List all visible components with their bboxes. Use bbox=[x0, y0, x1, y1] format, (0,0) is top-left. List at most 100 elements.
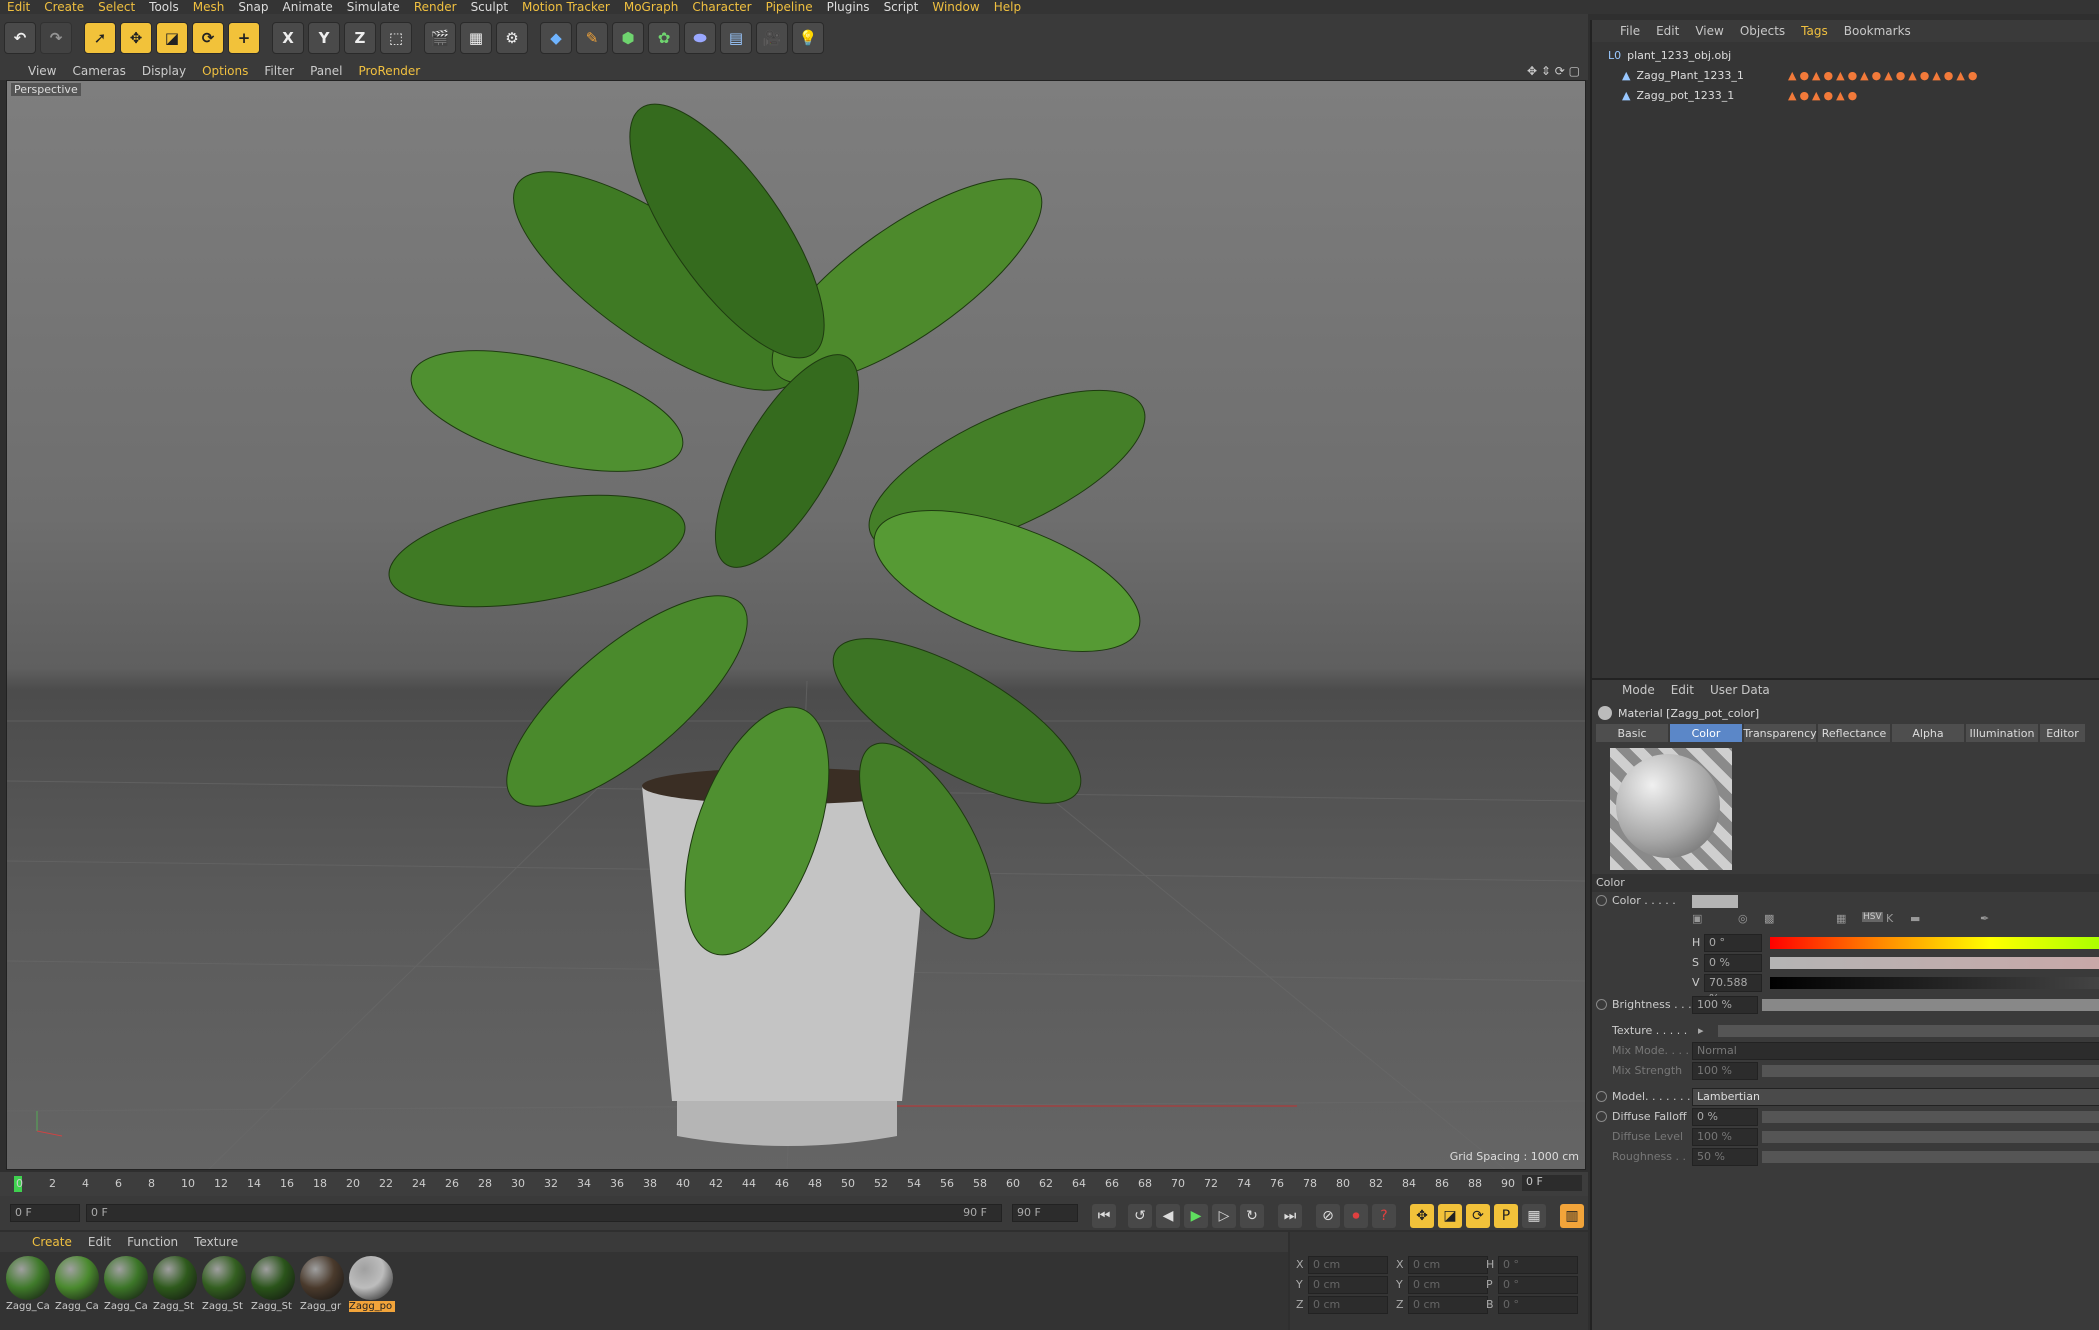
diffuse-level-field[interactable]: 100 % bbox=[1692, 1128, 1758, 1146]
object-menu-objects[interactable]: Objects bbox=[1732, 24, 1793, 38]
key-pla-icon[interactable]: ▦ bbox=[1522, 1204, 1546, 1228]
material-thumbnail[interactable]: Zagg_Ca bbox=[55, 1256, 101, 1318]
previous-frame-icon[interactable]: ◀ bbox=[1156, 1204, 1180, 1228]
tab-illumination[interactable]: Illumination bbox=[1966, 724, 2038, 742]
go-to-start-icon[interactable]: ⏮ bbox=[1092, 1204, 1116, 1228]
object-row-plant[interactable]: ▲ Zagg_Plant_1233_1 ▲●▲●▲●▲●▲●▲●▲●▲● bbox=[1592, 66, 2099, 84]
tab-reflectance[interactable]: Reflectance bbox=[1818, 724, 1890, 742]
coord-value-field[interactable]: 0 ° bbox=[1498, 1276, 1578, 1294]
eyedropper-icon[interactable]: ✒ bbox=[1980, 912, 1989, 925]
tab-editor[interactable]: Editor bbox=[2040, 724, 2085, 742]
menu-script[interactable]: Script bbox=[877, 0, 926, 14]
tab-alpha[interactable]: Alpha bbox=[1892, 724, 1964, 742]
object-row-root[interactable]: L0 plant_1233_obj.obj bbox=[1592, 46, 2099, 64]
brightness-field[interactable]: 100 % bbox=[1692, 996, 1758, 1014]
coord-value-field[interactable]: 0 ° bbox=[1498, 1256, 1578, 1274]
material-tags[interactable]: ▲●▲●▲● bbox=[1788, 89, 1860, 102]
material-menu-edit[interactable]: Edit bbox=[80, 1235, 119, 1249]
color-rgb-icon[interactable]: ▦ bbox=[1836, 912, 1846, 925]
material-menu-create[interactable]: Create bbox=[24, 1235, 80, 1249]
viewport-menu-filter[interactable]: Filter bbox=[256, 64, 302, 78]
texture-arrow-icon[interactable]: ▸ bbox=[1698, 1024, 1704, 1037]
saturation-slider[interactable] bbox=[1770, 957, 2099, 969]
hue-slider[interactable] bbox=[1770, 937, 2099, 949]
menu-plugins[interactable]: Plugins bbox=[820, 0, 877, 14]
redo-icon[interactable]: ↷ bbox=[40, 22, 72, 54]
key-position-icon[interactable]: ✥ bbox=[1410, 1204, 1434, 1228]
menu-pipeline[interactable]: Pipeline bbox=[759, 0, 820, 14]
saturation-field[interactable]: 0 % bbox=[1704, 954, 1762, 972]
start-frame-field[interactable]: 0 F bbox=[10, 1204, 80, 1222]
animate-dot-icon[interactable] bbox=[1596, 895, 1607, 906]
menu-sculpt[interactable]: Sculpt bbox=[464, 0, 515, 14]
object-menu-view[interactable]: View bbox=[1687, 24, 1731, 38]
keyframe-selection-icon[interactable]: ? bbox=[1372, 1204, 1396, 1228]
select-pointer-icon[interactable]: ➚ bbox=[84, 22, 116, 54]
material-menu-function[interactable]: Function bbox=[119, 1235, 186, 1249]
menu-snap[interactable]: Snap bbox=[231, 0, 275, 14]
next-frame-icon[interactable]: ▷ bbox=[1212, 1204, 1236, 1228]
object-menu-file[interactable]: File bbox=[1612, 24, 1648, 38]
timeline-ruler[interactable]: 0 2 4 6 8 10 12 14 16 18 20 22 24 26 28 30 32 34 36 38 40 42 4… bbox=[0, 1172, 1588, 1196]
material-thumbnail[interactable]: Zagg_Ca bbox=[104, 1256, 150, 1318]
menu-animate[interactable]: Animate bbox=[276, 0, 340, 14]
material-tags[interactable]: ▲●▲●▲●▲●▲●▲●▲●▲● bbox=[1788, 69, 1980, 82]
coord-value-field[interactable]: 0 cm bbox=[1408, 1296, 1488, 1314]
viewport-menu-panel[interactable]: Panel bbox=[302, 64, 350, 78]
x-axis-toggle[interactable]: X bbox=[272, 22, 304, 54]
mix-strength-field[interactable]: 100 % bbox=[1692, 1062, 1758, 1080]
key-parameter-icon[interactable]: P bbox=[1494, 1204, 1518, 1228]
material-thumbnail[interactable]: Zagg_Ca bbox=[6, 1256, 52, 1318]
color-wheel-icon[interactable]: ◎ bbox=[1738, 912, 1748, 925]
menu-motion-tracker[interactable]: Motion Tracker bbox=[515, 0, 617, 14]
live-select-plus-icon[interactable]: + bbox=[228, 22, 260, 54]
render-picture-viewer-icon[interactable]: ▦ bbox=[460, 22, 492, 54]
material-thumbnail[interactable]: Zagg_po bbox=[349, 1256, 395, 1318]
menu-select[interactable]: Select bbox=[91, 0, 142, 14]
material-preview[interactable] bbox=[1610, 748, 1732, 870]
scale-icon[interactable]: ◪ bbox=[156, 22, 188, 54]
roughness-slider[interactable] bbox=[1762, 1151, 2099, 1163]
play-forward-icon[interactable]: ▶ bbox=[1184, 1204, 1208, 1228]
render-view-icon[interactable]: 🎬 bbox=[424, 22, 456, 54]
coord-value-field[interactable]: 0 cm bbox=[1308, 1276, 1388, 1294]
menu-mograph[interactable]: MoGraph bbox=[617, 0, 686, 14]
viewport-menu-view[interactable]: View bbox=[20, 64, 64, 78]
perspective-viewport[interactable]: Perspective Grid Spacing: 1000 cm bbox=[6, 80, 1586, 1170]
animate-dot-icon[interactable] bbox=[1596, 1091, 1607, 1102]
attr-menu-user-data[interactable]: User Data bbox=[1702, 683, 1778, 697]
tab-transparency[interactable]: Transparency bbox=[1743, 724, 1817, 742]
coord-value-field[interactable]: 0 cm bbox=[1408, 1256, 1488, 1274]
current-frame-field[interactable]: 0 F bbox=[1522, 1175, 1582, 1191]
pen-spline-icon[interactable]: ✎ bbox=[576, 22, 608, 54]
timeline-window-icon[interactable]: ▥ bbox=[1560, 1204, 1584, 1228]
light-icon[interactable]: 💡 bbox=[792, 22, 824, 54]
viewport-menu-options[interactable]: Options bbox=[194, 64, 256, 78]
previous-key-icon[interactable]: ↺ bbox=[1128, 1204, 1152, 1228]
object-menu-bookmarks[interactable]: Bookmarks bbox=[1836, 24, 1919, 38]
coord-value-field[interactable]: 0 ° bbox=[1498, 1296, 1578, 1314]
move-icon[interactable]: ✥ bbox=[120, 22, 152, 54]
menu-edit[interactable]: Edit bbox=[0, 0, 37, 14]
floor-environment-icon[interactable]: ▤ bbox=[720, 22, 752, 54]
coordinate-system-icon[interactable]: ⬚ bbox=[380, 22, 412, 54]
attr-menu-mode[interactable]: Mode bbox=[1614, 683, 1663, 697]
viewport-menu-prorender[interactable]: ProRender bbox=[350, 64, 428, 78]
auto-keying-icon[interactable]: ⏺ bbox=[1344, 1204, 1368, 1228]
color-hsv-toggle[interactable]: HSV bbox=[1862, 912, 1883, 922]
value-slider[interactable] bbox=[1770, 977, 2099, 989]
color-image-icon[interactable]: ▩ bbox=[1764, 912, 1774, 925]
color-mixer-icon[interactable]: ▬ bbox=[1910, 912, 1920, 925]
coord-value-field[interactable]: 0 cm bbox=[1408, 1276, 1488, 1294]
diffuse-falloff-field[interactable]: 0 % bbox=[1692, 1108, 1758, 1126]
menu-render[interactable]: Render bbox=[407, 0, 464, 14]
viewport-menu-cameras[interactable]: Cameras bbox=[64, 64, 133, 78]
deformer-icon[interactable]: ⬬ bbox=[684, 22, 716, 54]
diffuse-level-slider[interactable] bbox=[1762, 1131, 2099, 1143]
menu-mesh[interactable]: Mesh bbox=[186, 0, 232, 14]
color-swatch[interactable] bbox=[1692, 895, 1738, 908]
color-spectrum-icon[interactable]: ▣ bbox=[1692, 912, 1702, 925]
z-axis-toggle[interactable]: Z bbox=[344, 22, 376, 54]
menu-create[interactable]: Create bbox=[37, 0, 91, 14]
roughness-field[interactable]: 50 % bbox=[1692, 1148, 1758, 1166]
